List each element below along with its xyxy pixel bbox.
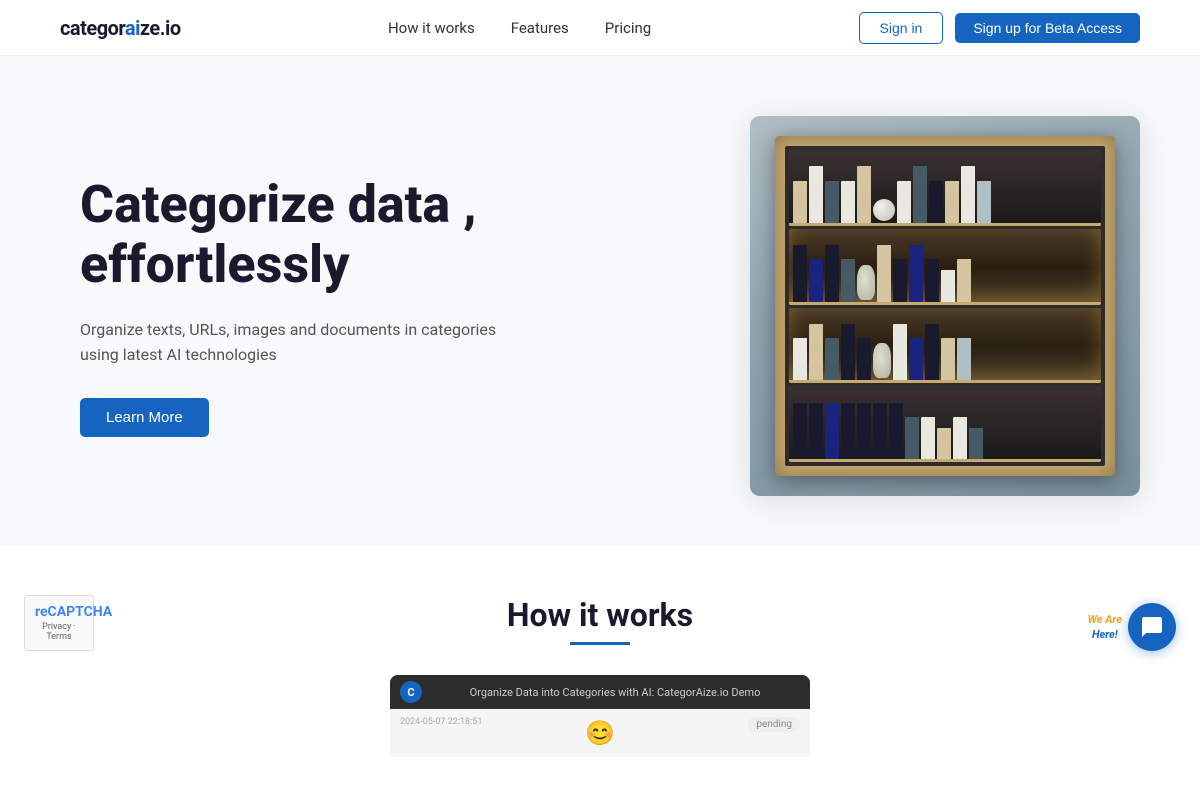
shelf-row-2 <box>789 229 1101 305</box>
book <box>913 166 927 223</box>
book <box>793 245 807 302</box>
book <box>857 338 871 381</box>
bookshelf-illustration <box>750 116 1140 496</box>
chat-open-button[interactable] <box>1128 603 1176 651</box>
book <box>793 181 807 224</box>
book <box>809 259 823 302</box>
book <box>897 181 911 224</box>
video-content-area: 😊 pending 2024-05-07 22:18:51 <box>390 709 810 757</box>
shelf-row-1 <box>789 150 1101 226</box>
hero-section: Categorize data , effortlessly Organize … <box>0 56 1200 546</box>
book <box>841 324 855 381</box>
book <box>825 403 839 460</box>
book <box>873 403 887 460</box>
shelf-row-3 <box>789 308 1101 384</box>
signin-button[interactable]: Sign in <box>859 12 944 44</box>
book <box>825 181 839 224</box>
book <box>889 403 903 460</box>
book <box>957 338 971 381</box>
book <box>841 181 855 224</box>
book <box>925 324 939 381</box>
recaptcha-badge: reCAPTCHA Privacy · Terms <box>24 595 94 651</box>
hero-image <box>750 116 1140 496</box>
book <box>809 403 823 460</box>
nav-pricing[interactable]: Pricing <box>605 19 651 37</box>
video-preview-card[interactable]: C Organize Data into Categories with AI:… <box>390 675 810 757</box>
book <box>857 403 871 460</box>
shelf-row-4 <box>789 386 1101 462</box>
book <box>925 259 939 302</box>
book <box>809 324 823 381</box>
book <box>857 166 871 223</box>
book <box>825 245 839 302</box>
video-topbar: C Organize Data into Categories with AI:… <box>390 675 810 709</box>
hero-subtitle: Organize texts, URLs, images and documen… <box>80 317 500 368</box>
video-title-label: Organize Data into Categories with AI: C… <box>430 686 800 699</box>
chat-bubble-line2: Here! <box>1092 628 1118 641</box>
book <box>969 428 983 460</box>
how-section-title: How it works <box>60 596 1140 634</box>
book <box>893 324 907 381</box>
nav-features[interactable]: Features <box>511 19 569 37</box>
recaptcha-links: Privacy · Terms <box>35 622 83 642</box>
video-date-label: 2024-05-07 22:18:51 <box>400 717 482 727</box>
video-emoji: 😊 <box>585 719 615 747</box>
book <box>961 166 975 223</box>
sphere-decor <box>873 199 895 221</box>
how-it-works-section: How it works C Organize Data into Catego… <box>0 546 1200 797</box>
shelf-frame <box>775 136 1115 476</box>
video-status-badge: pending <box>748 717 800 732</box>
chat-bubble-line1: We Are <box>1088 613 1122 626</box>
book <box>841 403 855 460</box>
book <box>941 270 955 302</box>
book <box>945 181 959 224</box>
vase-decor-2 <box>873 343 891 378</box>
book <box>941 338 955 381</box>
chat-icon <box>1140 615 1164 639</box>
video-channel-avatar: C <box>400 681 422 703</box>
logo-ai-highlight: ai <box>125 16 140 40</box>
book <box>977 181 991 224</box>
learn-more-button[interactable]: Learn More <box>80 398 209 437</box>
logo-text-main: categor <box>60 16 125 40</box>
nav-links: How it works Features Pricing <box>388 19 651 37</box>
shelf-inner <box>785 146 1105 466</box>
book <box>825 338 839 381</box>
recaptcha-separator: · <box>73 622 75 632</box>
book <box>793 338 807 381</box>
chat-widget: We Are Here! <box>1088 603 1176 651</box>
nav-actions: Sign in Sign up for Beta Access <box>859 12 1140 44</box>
hero-title: Categorize data , effortlessly <box>80 175 500 295</box>
logo-text-ze: ze.io <box>140 16 181 40</box>
book <box>909 245 923 302</box>
book <box>937 428 951 460</box>
logo[interactable]: categoraize.io <box>60 16 181 40</box>
hero-text-block: Categorize data , effortlessly Organize … <box>80 175 500 437</box>
navbar: categoraize.io How it works Features Pri… <box>0 0 1200 56</box>
nav-how-it-works[interactable]: How it works <box>388 19 475 37</box>
recaptcha-terms[interactable]: Terms <box>46 632 71 642</box>
book <box>809 166 823 223</box>
recaptcha-privacy[interactable]: Privacy <box>42 622 71 632</box>
book <box>909 338 923 381</box>
book <box>957 259 971 302</box>
book <box>877 245 891 302</box>
book <box>793 403 807 460</box>
signup-button[interactable]: Sign up for Beta Access <box>955 13 1140 43</box>
book <box>893 259 907 302</box>
book <box>921 417 935 460</box>
book <box>929 181 943 224</box>
book <box>953 417 967 460</box>
vase-decor <box>857 265 875 300</box>
book <box>841 259 855 302</box>
book <box>905 417 919 460</box>
recaptcha-logo: reCAPTCHA <box>35 604 83 620</box>
section-title-underline <box>570 642 630 645</box>
